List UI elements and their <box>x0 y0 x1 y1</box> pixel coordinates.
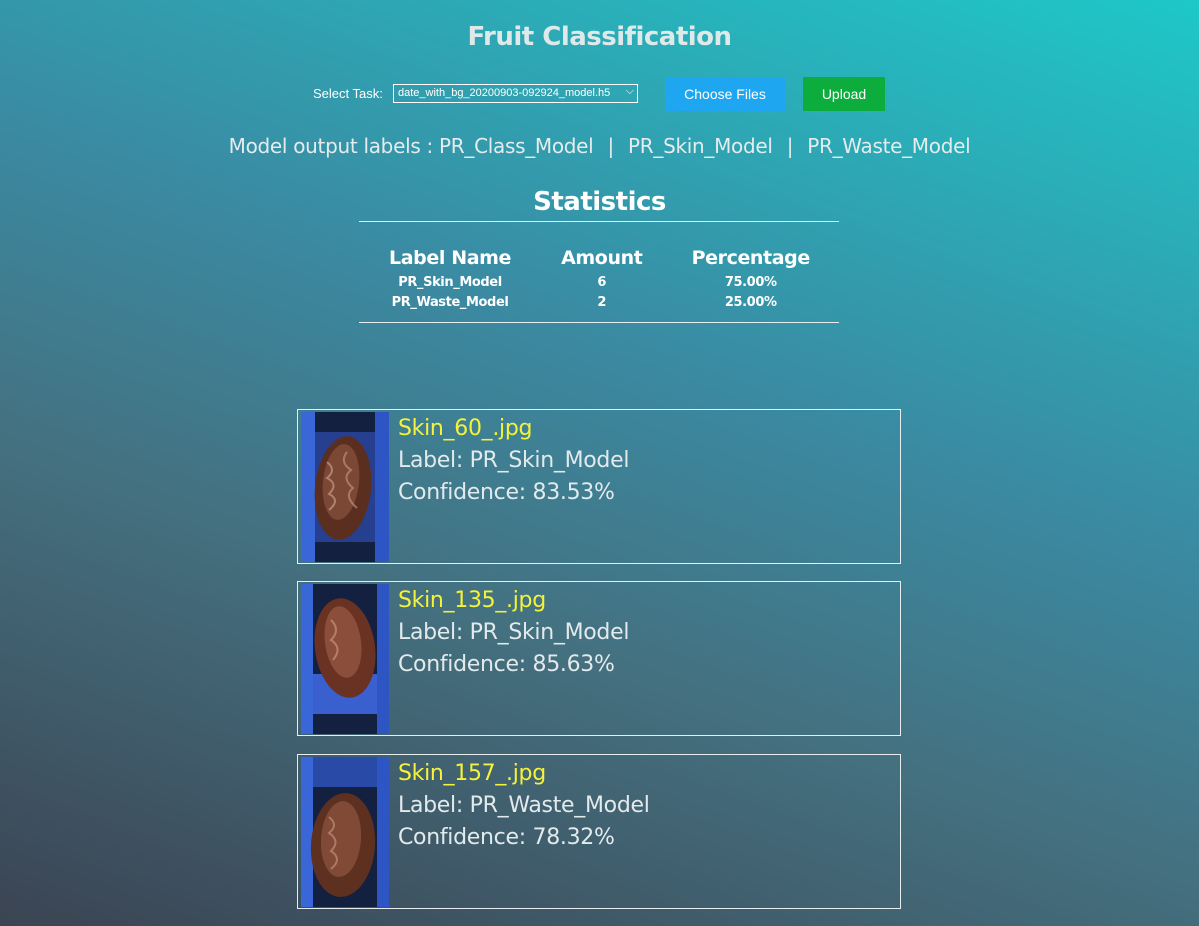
column-header: Amount <box>561 247 643 269</box>
confidence-value: 78.32% <box>532 825 615 850</box>
result-filename: Skin_60_.jpg <box>398 416 533 441</box>
statistics-table: Label Name Amount Percentage PR_Skin_Mod… <box>359 244 839 312</box>
result-confidence: Confidence: 78.32% <box>398 825 615 850</box>
task-select-value: date_with_bg_20200903-092924_model.h5 <box>398 87 611 99</box>
separator: | <box>607 134 615 158</box>
table-cell: 6 <box>597 274 607 290</box>
result-confidence: Confidence: 83.53% <box>398 480 615 505</box>
model-output-labels: Model output labels : PR_Class_Model | P… <box>0 134 1199 158</box>
result-card: Skin_60_.jpg Label: PR_Skin_Model Confid… <box>297 409 901 564</box>
result-confidence: Confidence: 85.63% <box>398 652 615 677</box>
model-label-item: PR_Skin_Model <box>628 134 773 158</box>
chevron-down-icon: ⌵ <box>625 85 634 97</box>
label-prefix: Label: <box>398 620 463 645</box>
label-value: PR_Skin_Model <box>469 620 630 645</box>
confidence-value: 85.63% <box>532 652 615 677</box>
result-card: Skin_157_.jpg Label: PR_Waste_Model Conf… <box>297 754 901 909</box>
table-cell: PR_Waste_Model <box>391 294 509 310</box>
divider <box>359 322 839 323</box>
result-label: Label: PR_Waste_Model <box>398 793 650 818</box>
upload-controls: Select Task: date_with_bg_20200903-09292… <box>0 77 1199 111</box>
label-value: PR_Waste_Model <box>469 793 650 818</box>
task-select[interactable]: date_with_bg_20200903-092924_model.h5 ⌵ <box>393 84 638 103</box>
table-cell: 2 <box>597 294 607 310</box>
choose-files-button[interactable]: Choose Files <box>665 77 785 111</box>
result-filename: Skin_135_.jpg <box>398 588 546 613</box>
column-header: Percentage <box>691 247 811 269</box>
table-cell: 25.00% <box>724 294 777 310</box>
divider <box>359 221 839 222</box>
table-cell: PR_Skin_Model <box>398 274 502 290</box>
fruit-image <box>301 757 389 907</box>
table-row: PR_Skin_Model 6 75.00% <box>359 272 839 292</box>
result-card: Skin_135_.jpg Label: PR_Skin_Model Confi… <box>297 581 901 736</box>
fruit-image <box>301 412 389 562</box>
statistics-title: Statistics <box>533 187 666 217</box>
result-filename: Skin_157_.jpg <box>398 761 546 786</box>
table-row: PR_Waste_Model 2 25.00% <box>359 292 839 312</box>
confidence-prefix: Confidence: <box>398 480 526 505</box>
result-label: Label: PR_Skin_Model <box>398 620 629 645</box>
fruit-image <box>301 584 389 734</box>
label-prefix: Label: <box>398 793 463 818</box>
result-label: Label: PR_Skin_Model <box>398 448 629 473</box>
label-value: PR_Skin_Model <box>469 448 630 473</box>
separator: | <box>786 134 794 158</box>
column-header: Label Name <box>389 247 511 269</box>
label-prefix: Label: <box>398 448 463 473</box>
select-task-label: Select Task: <box>313 86 383 101</box>
table-header-row: Label Name Amount Percentage <box>359 244 839 272</box>
confidence-prefix: Confidence: <box>398 825 526 850</box>
upload-button[interactable]: Upload <box>803 77 885 111</box>
model-label-item: PR_Class_Model <box>439 134 594 158</box>
confidence-prefix: Confidence: <box>398 652 526 677</box>
model-label-item: PR_Waste_Model <box>807 134 971 158</box>
confidence-value: 83.53% <box>532 480 615 505</box>
model-labels-prefix: Model output labels : <box>228 134 434 158</box>
page-title: Fruit Classification <box>467 22 732 52</box>
table-cell: 75.00% <box>724 274 777 290</box>
